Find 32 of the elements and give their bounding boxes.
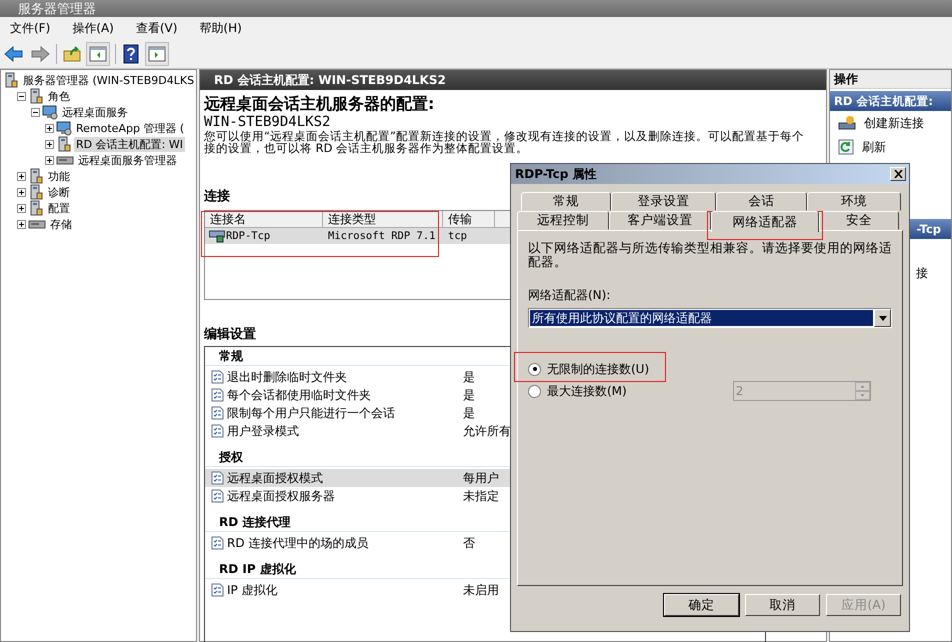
setting-value: 是 [463,404,475,422]
setting-name: 远程桌面授权服务器 [227,488,336,504]
setting-name: 每个会话都使用临时文件夹 [227,386,372,404]
table-cell-text: Microsoft RDP 7.1 [328,230,436,242]
setting-value: 是 [463,368,475,386]
setting-value: 未启用 [463,582,499,598]
section-title: 编辑设置 [204,326,256,344]
setting-name: IP 虚拟化 [227,582,279,598]
setting-value: 每用户 [463,470,499,486]
description-line: 您可以使用“远程桌面会话主机配置”配置新连接的设置，修改现有连接的设置，以及删除连接。可以配置基于每个 [204,130,805,142]
description-line: 接的设置，也可以将 RD 会话主机服务器作为整体配置设置。 [204,142,528,154]
setting-value: 否 [463,534,475,552]
instruction-text: 以下网络适配器与所选传输类型相兼容。请选择要使用的网络适配器。 [528,241,892,269]
pane-title: 操作 [830,70,951,89]
table-cell-text: RDP-Tcp [226,230,272,242]
setting-name: 用户登录模式 [227,422,300,440]
setting-name: RD 连接代理中的场的成员 [227,534,370,552]
setting-name: 退出时删除临时文件夹 [227,368,348,386]
table-cell-text: tcp [448,230,468,242]
section-title: 连接 [204,188,230,206]
setting-name: 远程桌面授权模式 [227,470,324,486]
window-title: 服务器管理器 [18,2,96,17]
page-title: 远程桌面会话主机服务器的配置: [204,94,436,114]
pane-header: RD 会话主机配置: WIN-STEB9D4LKS2 [200,70,826,90]
setting-value: 是 [463,386,475,404]
dialog-title: RDP-Tcp 属性 [515,166,596,182]
server-name: WIN-STEB9D4LKS2 [204,114,332,130]
field-label: 网络适配器(N): [528,287,612,304]
setting-value: 未指定 [463,488,499,504]
setting-value: 允许所有 [463,422,511,440]
setting-name: 限制每个用户只能进行一个会话 [227,404,396,422]
action-group-header: RD 会话主机配置: [830,91,951,111]
